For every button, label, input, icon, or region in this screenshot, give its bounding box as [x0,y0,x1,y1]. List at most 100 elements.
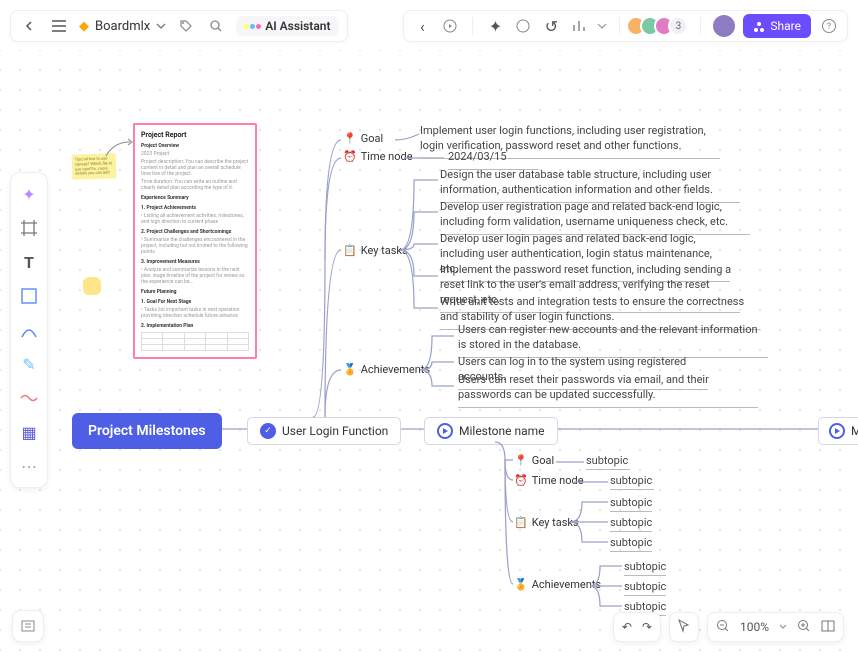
node-label: Mile [851,424,858,438]
report-line: 2023 Project [141,151,249,157]
layers-icon [20,618,36,634]
component-tool-icon[interactable]: ▦ [16,419,42,445]
zoom-out-icon[interactable] [716,619,730,636]
mindmap-node-user-login[interactable]: ✓ User Login Function [247,417,401,445]
zoom-level[interactable]: 100% [740,620,769,634]
detail-timenode[interactable]: 2024/03/15 [448,150,538,170]
project-report-card[interactable]: Project Report Project Overview 2023 Pro… [133,123,257,359]
report-section: Future Planning [141,289,249,295]
pointer-icon[interactable] [678,619,690,636]
report-section: 2. Project Challenges and Shortcomings [141,229,249,235]
share-icon [753,20,765,32]
section-goal[interactable]: 📍Goal [343,132,383,145]
zoom-group: 100% [707,612,844,642]
help-icon[interactable]: ? [819,16,839,36]
ai-icon [244,24,261,29]
ai-tool-icon[interactable]: ✦ [16,181,42,207]
back-icon[interactable] [19,16,39,36]
undo-redo-group: ↶ ↷ [613,612,661,642]
report-table [141,332,249,351]
report-section: 2. Implementation Plan [141,323,249,329]
search-icon[interactable] [206,16,226,36]
user-avatar[interactable] [713,15,735,37]
pointer-group [669,612,699,642]
collaborator-avatars[interactable]: 3 [632,16,688,36]
comment-icon[interactable] [513,16,533,36]
layers-button[interactable] [12,610,44,642]
section-keytasks[interactable]: 📋Key tasks [343,244,408,257]
section-goal-2[interactable]: 📍Goal [514,454,554,467]
play-icon[interactable] [440,16,460,36]
report-section: Project Overview [141,143,249,149]
report-line: • Tasks list important tasks in next ope… [141,307,249,319]
canvas[interactable]: Tips:\nHow to use canvas? Which file to … [0,50,858,660]
section-achievements-2[interactable]: 🏅Achievements [514,578,601,591]
subtopic[interactable]: subtopic [610,496,652,512]
play-icon [829,423,845,439]
share-button[interactable]: Share [743,14,811,38]
report-line: Project description: You can describe th… [141,159,249,177]
node-label: User Login Function [282,424,388,438]
tool-palette: ✦ T ✎ ▦ ⋯ [10,172,48,488]
zoom-in-icon[interactable] [797,619,811,636]
subtopic[interactable]: subtopic [610,516,652,532]
chevron-down-icon [779,623,787,631]
ai-assistant-button[interactable]: AI Assistant [236,16,338,36]
node-label: Milestone name [459,424,545,438]
undo-icon[interactable]: ↶ [622,620,632,634]
subtopic[interactable]: subtopic [610,474,654,490]
subtopic[interactable]: subtopic [624,580,666,596]
subtopic[interactable]: subtopic [586,454,630,470]
more-tools-icon[interactable]: ⋯ [16,453,42,479]
chart-icon[interactable] [569,16,589,36]
chevron-down-icon [156,21,166,31]
text-tool-icon[interactable]: T [16,249,42,275]
map-icon[interactable] [821,619,835,636]
chevron-down-icon [597,21,607,31]
bottom-toolbar: ↶ ↷ 100% [613,612,844,642]
sticky-arrow [104,138,134,162]
shape-tool-icon[interactable] [16,283,42,309]
tag-icon[interactable] [176,16,196,36]
expand-icon[interactable]: ‹ [412,16,432,36]
report-title: Project Report [141,131,249,139]
report-section: 1. Project Achievements [141,205,249,211]
report-line: • Analyze and summarize lessons in the n… [141,267,249,285]
sticky-tool-icon[interactable] [83,277,102,296]
ai-assistant-label: AI Assistant [265,19,330,33]
detail-keytask[interactable]: Design the user database table structure… [440,168,740,203]
detail-keytask[interactable]: Develop user registration page and relat… [440,200,750,235]
connector-tool-icon[interactable] [16,317,42,343]
section-timenode[interactable]: ⏰Time node [343,150,413,163]
curve-tool-icon[interactable] [16,385,42,411]
frame-tool-icon[interactable] [16,215,42,241]
pen-tool-icon[interactable]: ✎ [16,351,42,377]
mindmap-node-milestone-next[interactable]: Mile [818,417,858,445]
redo-icon[interactable]: ↷ [642,620,652,634]
share-label: Share [770,19,801,33]
subtopic[interactable]: subtopic [610,536,652,552]
subtopic[interactable]: subtopic [624,560,666,576]
board-name-text: Boardmlx [95,19,150,34]
check-icon: ✓ [260,423,276,439]
report-section: 1. Goal For Next Stage [141,299,249,305]
avatar-count: 3 [668,16,688,36]
root-label: Project Milestones [88,423,206,439]
report-line: • Summarize the challenges encountered i… [141,237,249,255]
history-icon[interactable]: ↺ [541,16,561,36]
sparkle-icon[interactable]: ✦ [485,16,505,36]
play-icon [437,423,453,439]
mindmap-root[interactable]: Project Milestones [72,413,222,449]
menu-icon[interactable] [49,16,69,36]
svg-text:?: ? [827,22,831,32]
mindmap-node-milestone[interactable]: Milestone name [424,417,558,445]
detail-achievement[interactable]: Users can register new accounts and the … [458,323,768,358]
report-line: • Listing all achievement activities, mi… [141,213,249,225]
detail-achievement[interactable]: Users can reset their passwords via emai… [458,373,758,408]
topbar-left: ◆ Boardmlx AI Assistant [10,10,348,42]
topbar-right: ‹ ✦ ↺ 3 Share ? [403,10,848,42]
report-section: Experience Summary [141,195,249,201]
board-title[interactable]: ◆ Boardmlx [79,19,166,34]
section-keytasks-2[interactable]: 📋Key tasks [514,516,579,529]
section-achievements[interactable]: 🏅Achievements [343,363,430,376]
